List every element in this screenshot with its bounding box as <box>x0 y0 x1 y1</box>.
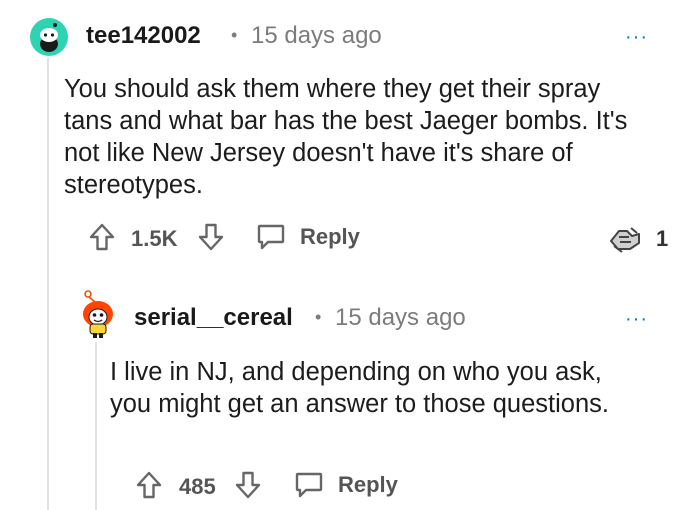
award-button[interactable]: 1 <box>608 224 668 254</box>
snoo-avatar-icon <box>40 23 58 52</box>
comment-body: I live in NJ, and depending on who you a… <box>110 358 609 418</box>
reply-label: Reply <box>300 224 360 249</box>
upvote-button[interactable] <box>88 222 116 252</box>
reply-button[interactable]: Reply <box>294 471 398 499</box>
user-avatar[interactable] <box>30 18 68 56</box>
vote-count: 485 <box>179 474 216 499</box>
user-avatar[interactable] <box>77 290 119 340</box>
downvote-button[interactable] <box>234 470 262 500</box>
timestamp[interactable]: 15 days ago <box>251 22 382 50</box>
more-options-button[interactable]: ··· <box>625 309 648 329</box>
reply-icon <box>295 472 323 498</box>
timestamp[interactable]: 15 days ago <box>335 304 466 332</box>
downvote-icon <box>198 223 224 251</box>
thread-line-child[interactable] <box>95 342 97 510</box>
upvote-icon <box>136 471 162 499</box>
snoo-avatar-icon <box>83 290 113 338</box>
meta-separator: • <box>315 307 322 327</box>
reply-icon <box>257 224 285 250</box>
more-icon: ··· <box>625 26 648 48</box>
comment-body: You should ask them where they get their… <box>64 75 628 199</box>
award-icon <box>610 227 640 253</box>
thread-line-parent[interactable] <box>47 58 49 510</box>
reply-label: Reply <box>338 472 398 497</box>
username[interactable]: tee142002 <box>86 22 201 50</box>
username[interactable]: serial__cereal <box>134 304 293 332</box>
award-count: 1 <box>656 226 669 251</box>
reply-button[interactable]: Reply <box>256 223 360 251</box>
upvote-button[interactable] <box>135 470 163 500</box>
upvote-icon <box>89 223 115 251</box>
downvote-button[interactable] <box>197 222 225 252</box>
vote-count: 1.5K <box>131 226 178 251</box>
downvote-icon <box>235 471 261 499</box>
more-options-button[interactable]: ··· <box>625 27 648 47</box>
meta-separator: • <box>231 25 238 45</box>
more-icon: ··· <box>625 308 648 330</box>
